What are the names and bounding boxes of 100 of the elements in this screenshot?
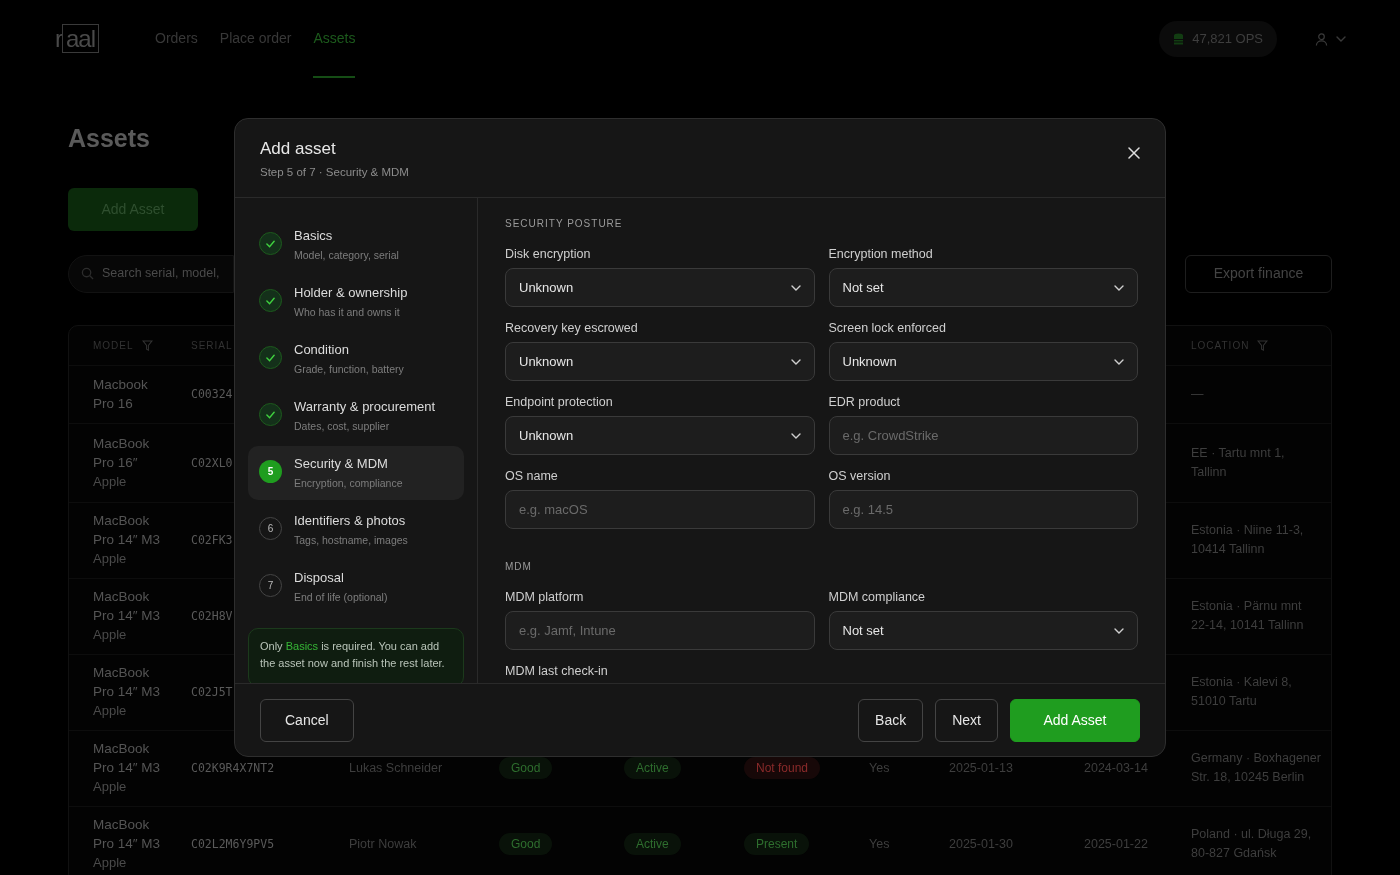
status-badge: Good: [499, 757, 553, 780]
select-field[interactable]: Unknown: [828, 342, 1138, 381]
serial-number: C02J5T: [191, 685, 233, 700]
table-cell-text: Yes: [869, 837, 891, 851]
select-field[interactable]: Unknown: [505, 268, 815, 307]
select-field[interactable]: Not set: [828, 611, 1138, 650]
model-name: MacBook Pro 14″ M3: [93, 588, 162, 626]
page-title: Assets: [68, 123, 150, 154]
status-badge: Active: [624, 833, 681, 856]
wizard-step[interactable]: Warranty & procurement Dates, cost, supplier: [248, 389, 464, 443]
step-title: Identifiers & photos: [294, 512, 407, 530]
chevron-down-icon: [1336, 36, 1346, 42]
wizard-step[interactable]: Basics Model, category, serial: [248, 218, 464, 272]
location-text: Estonia · Niine 11-3, 10414 Tallinn: [1191, 522, 1305, 558]
status-badge: Not found: [744, 757, 821, 780]
cancel-button[interactable]: Cancel: [260, 698, 354, 742]
model-name: MacBook Pro 14″ M3: [93, 740, 162, 778]
step-title: Security & MDM: [294, 455, 389, 473]
field-label: MDM last check-in: [505, 664, 609, 679]
model-name: Macbook Pro 16: [93, 376, 149, 413]
field-label: Encryption method: [828, 247, 934, 262]
serial-number: C02FK3: [191, 533, 233, 548]
step-description: Dates, cost, supplier: [294, 418, 391, 434]
wizard-step[interactable]: Holder & ownership Who has it and owns it: [248, 275, 464, 329]
step-number: 5: [259, 460, 282, 483]
caret-icon: [1114, 284, 1124, 291]
holder-name: Piotr Nowak: [349, 837, 418, 851]
table-cell-text: Yes: [869, 761, 891, 775]
caret-icon: [1114, 358, 1124, 365]
field-label: Endpoint protection: [505, 395, 614, 410]
next-button[interactable]: Next: [935, 698, 998, 742]
location-text: EE · Tartu mnt 1, Tallinn: [1191, 444, 1286, 481]
caret-icon: [790, 358, 801, 365]
filter-icon: [141, 339, 153, 351]
filter-icon: [1257, 339, 1269, 351]
field-label: MDM platform: [505, 590, 585, 605]
location-text: Estonia · Kalevi 8, 51010 Tartu: [1191, 674, 1293, 710]
serial-number: C02XL0: [191, 455, 233, 470]
wizard-step[interactable]: 7 Disposal End of life (optional): [248, 560, 464, 614]
serial-number: C02L2M6Y9PV5: [191, 837, 275, 852]
vendor-name: Apple: [93, 626, 128, 645]
model-name: MacBook Pro 14″ M3: [93, 512, 162, 550]
field-label: MDM compliance: [828, 590, 927, 605]
add-asset-button[interactable]: Add Asset: [1010, 698, 1140, 742]
input-field[interactable]: e.g. 14.5: [828, 490, 1138, 529]
vendor-name: Apple: [93, 778, 128, 797]
model-name: MacBook Pro 14″ M3: [93, 816, 162, 854]
step-title: Warranty & procurement: [294, 398, 436, 416]
close-icon: [1128, 146, 1140, 159]
field-label: Disk encryption: [505, 247, 592, 262]
table-cell-text: 2025-01-22: [1084, 837, 1149, 851]
field-label: Screen lock enforced: [828, 321, 947, 336]
status-badge: Good: [499, 833, 553, 856]
serial-number: C00324: [191, 387, 233, 402]
field-label: OS version: [828, 469, 892, 484]
wizard-step[interactable]: 5 Security & MDM Encryption, compliance: [248, 446, 464, 500]
step-description: Model, category, serial: [294, 247, 399, 263]
check-icon: [266, 296, 275, 305]
wizard-step[interactable]: Condition Grade, function, battery: [248, 332, 464, 386]
location-text: Germany · Boxhagener Str. 18, 10245 Berlin: [1191, 750, 1322, 786]
info-note: Only Basics is required. You can add the asset now and finish the rest later.: [248, 628, 464, 683]
location-text: —: [1191, 385, 1205, 403]
back-button[interactable]: Back: [858, 698, 924, 742]
caret-icon: [790, 284, 801, 291]
serial-number: C02H8V: [191, 609, 233, 624]
field-label: EDR product: [828, 395, 902, 410]
vendor-name: Apple: [93, 702, 128, 721]
input-field[interactable]: e.g. Jamf, Intune: [505, 611, 815, 650]
caret-icon: [790, 432, 801, 439]
step-description: Grade, function, battery: [294, 361, 404, 377]
input-field[interactable]: e.g. macOS: [505, 490, 815, 529]
field-label: OS name: [505, 469, 559, 484]
holder-name: Lukas Schneider: [349, 761, 444, 775]
step-description: Tags, hostname, images: [294, 532, 408, 548]
coin-stack-icon: [1173, 32, 1185, 46]
vendor-name: Apple: [93, 550, 128, 569]
model-name: MacBook Pro 14″ M3: [93, 664, 162, 702]
user-icon: [1315, 32, 1328, 46]
vendor-name: Apple: [93, 472, 128, 491]
step-description: End of life (optional): [294, 589, 388, 605]
section-heading: SECURITY POSTURE: [505, 218, 624, 230]
table-cell-text: 2024-03-14: [1084, 761, 1149, 775]
check-icon: [266, 353, 275, 362]
dialog-title: Add asset: [260, 138, 337, 160]
table-cell-text: 2025-01-30: [949, 837, 1014, 851]
field-label: Recovery key escrowed: [505, 321, 639, 336]
status-badge: Active: [624, 757, 681, 780]
section-heading: MDM: [505, 561, 533, 573]
step-title: Disposal: [294, 569, 345, 587]
input-field[interactable]: e.g. CrowdStrike: [828, 416, 1138, 455]
select-field[interactable]: Unknown: [505, 416, 815, 455]
model-name: MacBook Pro 16″: [93, 434, 151, 472]
step-title: Holder & ownership: [294, 284, 408, 302]
location-text: Poland · ul. Długa 29, 80-827 Gdańsk: [1191, 826, 1313, 862]
step-title: Condition: [294, 341, 350, 359]
select-field[interactable]: Unknown: [505, 342, 815, 381]
select-field[interactable]: Not set: [828, 268, 1138, 307]
wizard-step[interactable]: 6 Identifiers & photos Tags, hostname, images: [248, 503, 464, 557]
check-icon: [266, 410, 275, 419]
location-text: Estonia · Pärnu mnt 22-14, 10141 Tallinn: [1191, 598, 1305, 634]
